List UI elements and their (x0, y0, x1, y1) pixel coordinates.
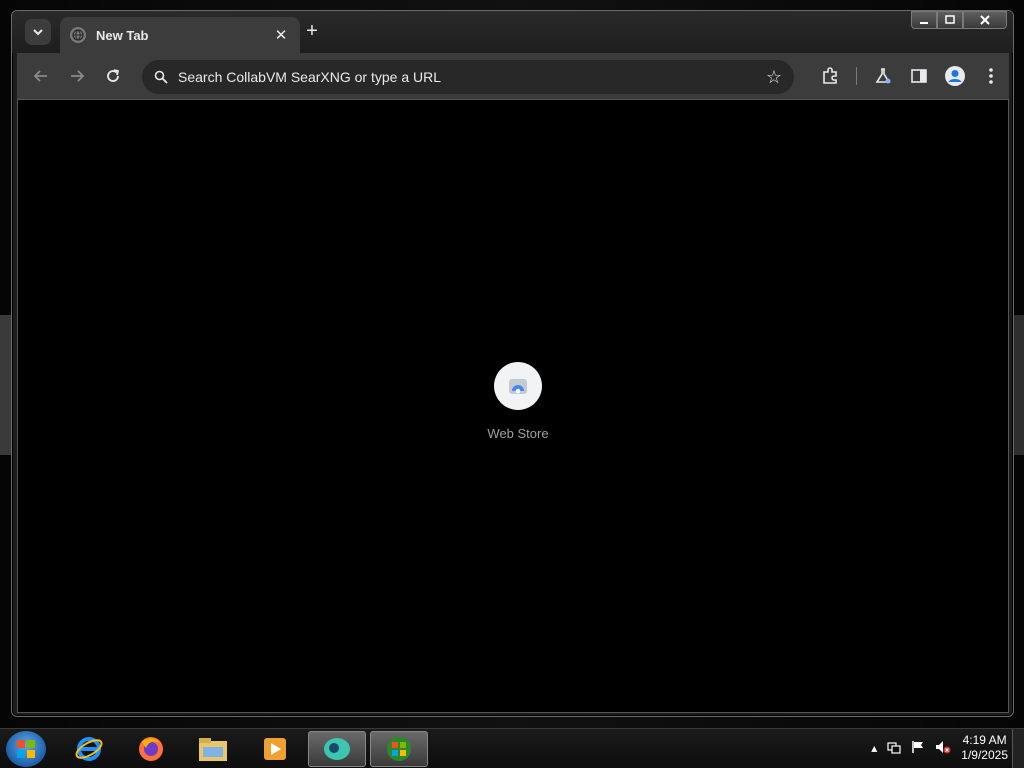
tab-title: New Tab (96, 27, 149, 43)
tab-new-tab[interactable]: New Tab ✕ (60, 17, 300, 53)
globe-icon (70, 27, 86, 43)
chrome-dev-icon (324, 738, 350, 760)
new-tab-page: Web Store (17, 99, 1009, 713)
more-vert-icon (989, 68, 993, 84)
back-arrow-icon (33, 70, 47, 82)
side-panel-icon (911, 69, 927, 83)
reload-icon (107, 69, 120, 82)
show-desktop-button[interactable] (1012, 729, 1024, 768)
window-controls (911, 11, 1007, 29)
taskbar: ▴ 4:19 AM 1/9/2025 (0, 728, 1024, 768)
media-player-icon (264, 738, 286, 760)
show-hidden-icons-icon[interactable]: ▴ (871, 741, 877, 755)
title-bar[interactable]: New Tab ✕ + (12, 11, 1013, 53)
tab-search-button[interactable] (25, 19, 51, 45)
side-panel-button[interactable] (905, 62, 933, 90)
minimize-icon (920, 22, 928, 24)
forward-arrow-icon (71, 70, 85, 82)
flask-icon (875, 68, 891, 84)
windows-update-icon (387, 737, 411, 761)
shortcut-label: Web Store (487, 426, 549, 441)
puzzle-icon (823, 67, 837, 84)
minimize-button[interactable] (911, 11, 937, 29)
close-icon (980, 15, 990, 25)
close-tab-icon[interactable]: ✕ (272, 26, 290, 44)
taskbar-windows-update[interactable] (370, 731, 428, 767)
internet-explorer-icon (75, 737, 103, 761)
clock[interactable]: 4:19 AM 1/9/2025 (961, 733, 1008, 763)
labs-button[interactable] (869, 62, 897, 90)
network-icon[interactable] (887, 740, 901, 757)
shortcut-web-store[interactable]: Web Store (473, 362, 563, 441)
maximize-button[interactable] (937, 11, 963, 29)
volume-muted-icon[interactable] (935, 740, 951, 757)
taskbar-chrome-app[interactable] (308, 731, 366, 767)
chevron-down-icon (33, 29, 43, 36)
close-window-button[interactable] (963, 11, 1007, 29)
system-tray: ▴ 4:19 AM 1/9/2025 (871, 733, 1008, 763)
taskbar-media-player[interactable] (246, 731, 304, 767)
back-button[interactable] (27, 62, 55, 90)
browser-window: New Tab ✕ + Search CollabVM SearXNG or t… (11, 10, 1014, 717)
clock-date: 1/9/2025 (961, 748, 1008, 762)
file-explorer-icon (199, 738, 227, 761)
taskbar-internet-explorer[interactable] (60, 731, 118, 767)
bookmark-star-icon[interactable]: ☆ (766, 67, 782, 88)
browser-toolbar: Search CollabVM SearXNG or type a URL ☆ (17, 53, 1009, 99)
firefox-icon (139, 737, 163, 761)
taskbar-firefox[interactable] (122, 731, 180, 767)
address-bar-placeholder: Search CollabVM SearXNG or type a URL (178, 69, 441, 85)
profile-button[interactable] (941, 62, 969, 90)
search-icon (154, 70, 168, 84)
profile-avatar-icon (945, 66, 965, 86)
taskbar-file-explorer[interactable] (184, 731, 242, 767)
toolbar-separator (856, 67, 857, 85)
reload-button[interactable] (99, 62, 127, 90)
maximize-icon (945, 15, 955, 24)
address-bar[interactable]: Search CollabVM SearXNG or type a URL ☆ (142, 60, 794, 94)
menu-button[interactable] (977, 62, 1005, 90)
new-tab-button[interactable]: + (301, 21, 323, 43)
forward-button[interactable] (63, 62, 91, 90)
web-store-icon (494, 362, 542, 410)
windows-logo-icon (17, 740, 35, 758)
clock-time: 4:19 AM (962, 733, 1007, 747)
action-center-flag-icon[interactable] (911, 740, 925, 757)
extensions-button[interactable] (816, 62, 844, 90)
toolbar-right-actions (816, 62, 1005, 90)
start-button[interactable] (6, 731, 46, 767)
